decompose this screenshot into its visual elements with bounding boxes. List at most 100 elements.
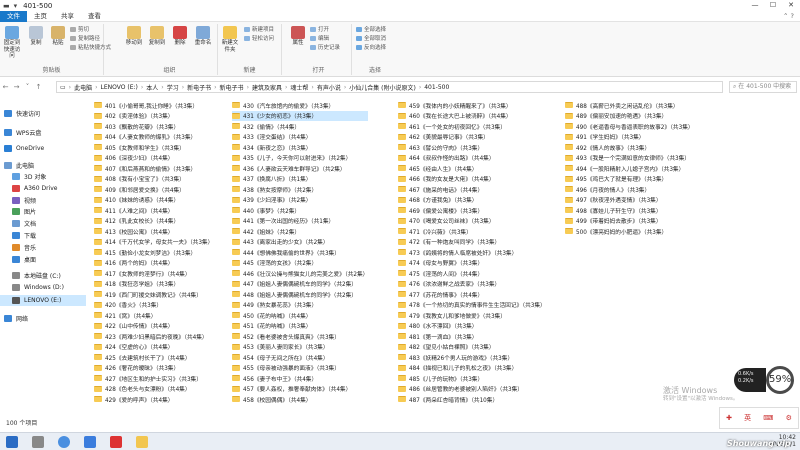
folder-item[interactable]: 483《妖精26个男人玩的游戏》（共3集） [398, 352, 546, 363]
edit-button[interactable]: 编辑 [310, 36, 329, 43]
folder-item[interactable]: 449《熟女暴花蕊》（共3集） [232, 300, 368, 311]
folder-item[interactable]: 485《儿子的玩物》（共3集） [398, 373, 546, 384]
breadcrumb-segment[interactable]: 本人 [146, 83, 158, 92]
folder-item[interactable]: 446《壮汉公操与熊猫女儿的完美之爱》（共2集） [232, 268, 368, 279]
folder-item[interactable]: 429《爱的呼声》（共4集） [94, 394, 213, 405]
folder-item[interactable]: 410《妹妹的诱惑》（共4集） [94, 195, 213, 206]
wps-icon[interactable]: ✚ [726, 414, 732, 422]
nav-item[interactable]: OneDrive [0, 143, 86, 154]
language-indicator[interactable]: 英 [744, 413, 751, 423]
folder-item[interactable]: 408《我有小宝宝了》（共3集） [94, 174, 213, 185]
nav-item[interactable]: 下载 [0, 230, 86, 241]
windows-start-icon[interactable] [6, 436, 18, 448]
breadcrumb-separator-icon[interactable]: › [182, 84, 184, 91]
folder-item[interactable]: 416《两个的妈》（共4集） [94, 258, 213, 269]
breadcrumb-separator-icon[interactable]: › [419, 84, 421, 91]
keyboard-icon[interactable]: ⌨ [763, 414, 773, 422]
folder-item[interactable]: 471《冷兴薇》（共3集） [398, 226, 546, 237]
breadcrumb-segment[interactable]: 学习 [167, 83, 179, 92]
folder-item[interactable]: 434《新夜之恋》（共3集） [232, 142, 368, 153]
folder-item[interactable]: 419《西门町援交妹调教记》（共4集） [94, 289, 213, 300]
folder-item[interactable]: 498《寡娃儿子轩生守》（共3集） [565, 205, 694, 216]
breadcrumb-segment[interactable]: 小仙儿合集 (附小说原文) [349, 83, 416, 92]
nav-item[interactable]: 3D 对象 [0, 171, 86, 182]
folder-item[interactable]: 411《人难之间》（共4集） [94, 205, 213, 216]
folder-item[interactable]: 493《我是一个完满如意的女律师》（共3集） [565, 153, 694, 164]
folder-item[interactable]: 496《月夜的情人》（共3集） [565, 184, 694, 195]
folder-item[interactable]: 423《两难少妇黑暗后的夜晚》（共4集） [94, 331, 213, 342]
select-all-button[interactable]: 全部选择 [356, 27, 386, 34]
invert-selection-button[interactable]: 反向选择 [356, 45, 386, 52]
folder-item[interactable]: 453《美丽人妻同家长》（共3集） [232, 342, 368, 353]
folder-item[interactable]: 433《淫交蛋结》（共4集） [232, 132, 368, 143]
folder-item[interactable]: 428《色老头与女漂粉》（共4集） [94, 384, 213, 395]
folder-item[interactable]: 412《乳此女校长》（共4集） [94, 216, 213, 227]
folder-item[interactable]: 484《描视已和儿子的乳松之夜》（共3集） [398, 363, 546, 374]
move-to-button[interactable]: 移动到 [124, 26, 144, 47]
folder-item[interactable]: 415《勤俭小龙女刘梦洁》（共3集） [94, 247, 213, 258]
breadcrumb-separator-icon[interactable]: › [161, 84, 163, 91]
folder-item[interactable]: 477《苏花的情事》（共4集） [398, 289, 546, 300]
new-item-button[interactable]: 新建项目 [244, 27, 274, 34]
nav-item[interactable]: 此电脑 [0, 160, 86, 171]
folder-item[interactable]: 475《淫荡的人间》（共4集） [398, 268, 546, 279]
pin-button[interactable]: 固定到快速访问 [2, 26, 22, 60]
folder-item[interactable]: 409《和邻居爱交换》（共4集） [94, 184, 213, 195]
nav-item[interactable]: WPS云盘 [0, 127, 86, 138]
folder-item[interactable]: 467《施采的电话》（共4集） [398, 184, 546, 195]
folder-item[interactable]: 476《浓浓谢鲜之战丢家》（共3集） [398, 279, 546, 290]
folder-item[interactable]: 424《空虚的心》（共4集） [94, 342, 213, 353]
folder-item[interactable]: 464《叔叔作怪的出路》（共4集） [398, 153, 546, 164]
folder-item[interactable]: 430《汽车旅馆内的偷爱》（共3集） [232, 100, 368, 111]
folder-item[interactable]: 462《美貌最辱记事》（共3集） [398, 132, 546, 143]
folder-item[interactable]: 406《深夜少妇》（共4集） [94, 153, 213, 164]
breadcrumb-separator-icon[interactable]: › [69, 84, 71, 91]
folder-item[interactable]: 404《人妻女教师的爆乳》（共3集） [94, 132, 213, 143]
folder-item[interactable]: 459《我体内的小妖精醒来了》（共3集） [398, 100, 546, 111]
folder-item[interactable]: 463《譬公的守肉》（共3集） [398, 142, 546, 153]
folder-item[interactable]: 472《有一种炮友叫同学》（共3集） [398, 237, 546, 248]
forward-icon[interactable]: → [11, 83, 22, 91]
close-icon[interactable]: ✕ [782, 0, 800, 11]
cut-button[interactable]: 剪切 [70, 27, 89, 34]
copy-to-button[interactable]: 复制到 [147, 26, 167, 47]
back-icon[interactable]: ← [0, 83, 11, 91]
folder-item[interactable]: 481《第一滴血》（共3集） [398, 331, 546, 342]
folder-item[interactable]: 499《带着妈妈去散步》（共3集） [565, 216, 694, 227]
breadcrumb-segment[interactable]: 魂士帮 [290, 83, 308, 92]
nav-item[interactable]: 图片 [0, 206, 86, 217]
tab-file[interactable]: 文件 [0, 10, 27, 22]
minimize-icon[interactable]: — [746, 0, 764, 11]
folder-item[interactable]: 465《经由人生》（共4集） [398, 163, 546, 174]
folder-item[interactable]: 469《偏爱公寓楼》（共3集） [398, 205, 546, 216]
folder-item[interactable]: 407《和后燕燕和的偷情》（共3集） [94, 163, 213, 174]
folder-item[interactable]: 461《一个处女的初夜回忆》（共3集） [398, 121, 546, 132]
breadcrumb-separator-icon[interactable]: › [311, 84, 313, 91]
breadcrumb-segment[interactable]: 此电脑 [74, 83, 92, 92]
folder-item[interactable]: 487《两朵红杏暗背情》（共10集） [398, 394, 546, 405]
folder-item[interactable]: 450《花的呐喊》（共4集） [232, 310, 368, 321]
folder-item[interactable]: 466《我的女友是大佬》（共4集） [398, 174, 546, 185]
paste-button[interactable]: 粘贴 [48, 26, 68, 47]
nav-item[interactable]: 桌面 [0, 254, 86, 265]
folder-item[interactable]: 435《儿子，今天你可以射进来》（共2集） [232, 153, 368, 164]
folder-item[interactable]: 427《地区生和的护士实习》（共3集） [94, 373, 213, 384]
folder-item[interactable]: 455《母亲被动强暴的面液》（共3集） [232, 363, 368, 374]
wps-office-icon[interactable] [110, 436, 122, 448]
dropdown-icon[interactable]: ▾ [14, 2, 18, 10]
folder-item[interactable]: 458《校园偶偶》（共4集） [232, 394, 368, 405]
folder-item[interactable]: 452《看老婆被舍头爆真爽》（共3集） [232, 331, 368, 342]
folder-item[interactable]: 479《我教女儿和爹地做爱》（共3集） [398, 310, 546, 321]
folder-item[interactable]: 438《熟女按摩师》（共2集） [232, 184, 368, 195]
folder-item[interactable]: 444《想佛佛我痛偷的世界》（共3集） [232, 247, 368, 258]
folder-item[interactable]: 436《人妻欲云天难车群导记》（共2集） [232, 163, 368, 174]
chevron-down-icon[interactable]: ˅ [22, 83, 33, 91]
copy-button[interactable]: 复制 [26, 26, 46, 47]
folder-item[interactable]: 488《高薪已外卖之闲话乱伦》（共3集） [565, 100, 694, 111]
tab-view[interactable]: 查看 [81, 11, 108, 22]
folder-item[interactable]: 420《香火》（共3集） [94, 300, 213, 311]
breadcrumb-segment[interactable]: 新电子书 [187, 83, 211, 92]
folder-item[interactable]: 480《水不漂回》（共3集） [398, 321, 546, 332]
new-folder-button[interactable]: 新建文件夹 [220, 26, 240, 53]
properties-button[interactable]: 属性 [288, 26, 308, 47]
